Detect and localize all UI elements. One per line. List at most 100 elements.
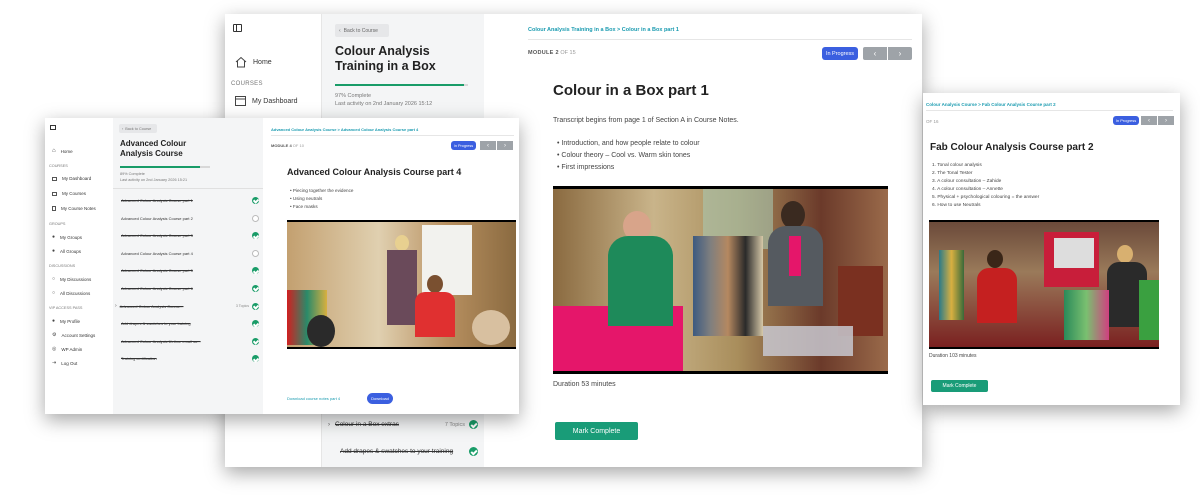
home-icon	[235, 56, 247, 68]
complete-check-icon	[252, 302, 259, 310]
list-item: 6. How to use Neutrals	[932, 203, 981, 208]
complete-check-icon	[252, 267, 259, 275]
nav-all-groups[interactable]: ● All Groups	[52, 248, 81, 254]
prev-lesson-button[interactable]: ‹	[480, 141, 496, 150]
left-lesson-content: Advanced Colour Analysis Course > Advanc…	[263, 118, 519, 414]
module-indicator: MODULE 4 OF 10	[271, 143, 304, 148]
lesson-row[interactable]: Advanced Colour Analysis Course part 5	[121, 267, 259, 275]
lesson-row[interactable]: Advanced Colour Analysis Course part 4	[121, 249, 259, 257]
back-to-course-button[interactable]: ‹ Back to Course	[335, 24, 389, 37]
home-icon: ⌂	[52, 148, 56, 154]
breadcrumb[interactable]: Advanced Colour Analysis Course > Advanc…	[271, 127, 418, 132]
nav-logout[interactable]: ⇥ Log Out	[52, 360, 77, 366]
nav-dashboard-label: My Dashboard	[252, 97, 298, 105]
lesson-row[interactable]: Advanced Colour Analysis Course part 3	[121, 232, 259, 240]
nav-my-discussions[interactable]: ○ My Discussions	[52, 276, 91, 282]
nav-all-discussions-label: All Discussions	[60, 290, 91, 296]
course-title: Advanced Colour Analysis Course	[120, 139, 187, 158]
breadcrumb[interactable]: Colour Analysis Training in a Box > Colo…	[528, 27, 679, 33]
list-item: 2. The Tonal Tester	[932, 171, 973, 176]
lesson-bullets: • Introduction, and how people relate to…	[557, 140, 700, 176]
duration: Duration 103 minutes	[929, 353, 977, 359]
lesson-row[interactable]: Add drapes & swatches to your training	[121, 320, 259, 328]
lesson-title: Advanced Colour Analysis Course part 3	[121, 233, 193, 239]
nav-dashboard-label: My Dashboard	[62, 176, 92, 181]
lesson-title: Add drapes & swatches to your training	[121, 321, 191, 327]
lesson-title: Advanced Colour Analysis Course part 2	[121, 215, 193, 221]
nav-my-groups[interactable]: ● My Groups	[52, 234, 82, 240]
next-lesson-button[interactable]: ›	[1158, 116, 1174, 125]
notes-icon	[52, 206, 56, 211]
course-progress-bar	[335, 84, 468, 86]
complete-check-icon	[252, 197, 259, 204]
back-to-course-button[interactable]: ‹ Back to Course	[119, 124, 157, 133]
course-progress-fill	[120, 166, 201, 168]
nav-dashboard[interactable]: My Dashboard	[235, 96, 298, 106]
nav-account-settings[interactable]: ⚙ Account Settings	[52, 332, 95, 338]
nav-dashboard[interactable]: My Dashboard	[52, 176, 91, 181]
lesson-row[interactable]: Advanced Colour Analysis Course part 1	[121, 197, 259, 204]
expand-chevron-icon[interactable]: ›	[115, 303, 117, 309]
lesson-title: Fab Colour Analysis Course part 2	[930, 142, 1094, 153]
prev-lesson-button[interactable]: ‹	[863, 47, 887, 60]
all-discussions-icon: ○	[52, 290, 56, 296]
lesson-video[interactable]	[553, 186, 888, 374]
lesson-title: Training certification	[121, 356, 157, 362]
status-badge: In Progress	[822, 47, 858, 60]
nav-courses-label: My Courses	[62, 191, 87, 196]
bullet-item: • Face masks	[290, 204, 318, 209]
nav-home[interactable]: ⌂ Home	[52, 148, 73, 154]
lesson-row[interactable]: Add drapes & swatches to your training	[340, 447, 478, 456]
lesson-video[interactable]	[929, 220, 1159, 349]
lesson-video[interactable]	[287, 220, 516, 349]
complete-check-icon	[469, 420, 478, 429]
sidebar-toggle-icon[interactable]	[233, 24, 242, 32]
nav-logout-label: Log Out	[61, 360, 78, 366]
nav-wp-admin-label: WP Admin	[61, 346, 83, 352]
download-button[interactable]: Download	[367, 393, 393, 404]
nav-course-notes[interactable]: My Course Notes	[52, 206, 96, 211]
lesson-title: Advanced Colour Analysis lifetime email …	[121, 338, 201, 344]
dashboard-icon	[52, 176, 57, 181]
lesson-title: Colour in a Box part 1	[553, 82, 709, 99]
lesson-title: Advanced Colour Analysis Course part 6	[121, 286, 193, 291]
lesson-row[interactable]: Advanced Colour Analysis lifetime email …	[121, 337, 259, 345]
sidebar-toggle-icon[interactable]	[50, 125, 56, 130]
next-lesson-button[interactable]: ›	[888, 47, 912, 60]
left-nav-panel: ⌂ Home COURSES My Dashboard My Courses M…	[45, 118, 113, 414]
all-groups-icon: ●	[52, 248, 56, 254]
lesson-title: Advanced Colour Analysis Course part 4	[121, 250, 193, 256]
bullet-item: • Piecing together the evidence	[290, 188, 354, 193]
nav-all-groups-label: All Groups	[60, 248, 82, 254]
lesson-row[interactable]: › Advanced Colour Analysis Course... 3 Top…	[115, 302, 259, 310]
nav-courses[interactable]: My Courses	[52, 191, 86, 196]
lesson-title: Advanced Colour Analysis Course part 4	[287, 167, 462, 177]
nav-all-discussions[interactable]: ○ All Discussions	[52, 290, 90, 296]
last-activity: Last activity on 2nd January 2026 15:21	[120, 178, 188, 182]
lesson-row[interactable]: › Colour in a Box extras 7 Topics	[328, 420, 478, 429]
list-item: 1. Tonal colour analysis	[932, 163, 982, 168]
bullet-item: • Using neutrals	[290, 196, 323, 201]
prev-lesson-button[interactable]: ‹	[1141, 116, 1157, 125]
nav-profile[interactable]: ● My Profile	[52, 318, 80, 324]
breadcrumb[interactable]: Colour Analysis Course > Fab Colour Anal…	[926, 102, 1056, 107]
mark-complete-button[interactable]: Mark Complete	[931, 380, 988, 392]
nav-wp-admin[interactable]: ◎ WP Admin	[52, 346, 82, 352]
nav-home[interactable]: Home	[235, 56, 272, 68]
logout-icon: ⇥	[52, 360, 57, 366]
nav-my-discussions-label: My Discussions	[60, 276, 92, 282]
right-course-window: Colour Analysis Course > Fab Colour Anal…	[923, 93, 1180, 405]
lesson-row[interactable]: Training certification	[121, 355, 259, 363]
next-lesson-button[interactable]: ›	[497, 141, 513, 150]
nav-courses-heading: COURSES	[49, 164, 68, 168]
lesson-row[interactable]: Advanced Colour Analysis Course part 6	[121, 285, 259, 292]
course-progress-bar	[120, 166, 210, 168]
lesson-title: Advanced Colour Analysis Course part 5	[121, 268, 193, 274]
expand-chevron-icon[interactable]: ›	[328, 422, 330, 428]
lesson-row[interactable]: Advanced Colour Analysis Course part 2	[121, 214, 259, 222]
back-arrow-icon: ‹	[339, 27, 341, 34]
mark-complete-button[interactable]: Mark Complete	[555, 422, 638, 440]
complete-check-icon	[252, 232, 259, 240]
status-badge: In Progress	[1113, 116, 1139, 125]
complete-check-icon	[252, 337, 259, 345]
